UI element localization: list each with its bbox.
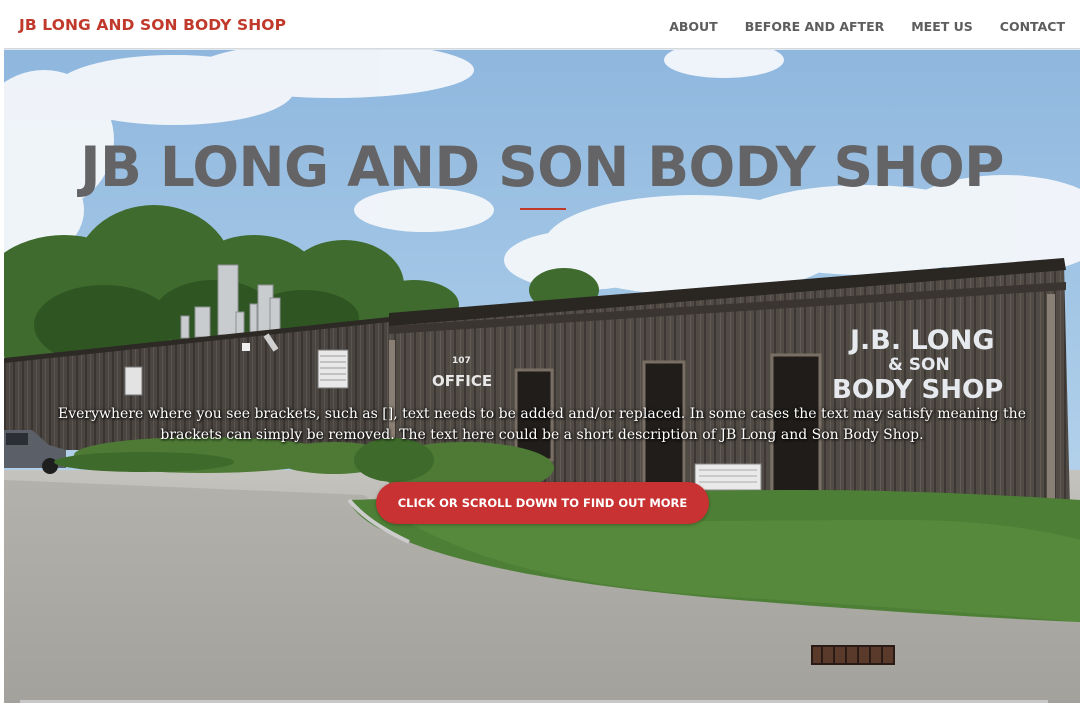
top-navbar: JB LONG AND SON BODY SHOP ABOUT BEFORE A… [4, 3, 1080, 49]
nav-link-before-and-after[interactable]: BEFORE AND AFTER [745, 19, 885, 34]
horizontal-scrollbar[interactable] [20, 700, 1048, 703]
hero-description: Everywhere where you see brackets, such … [58, 406, 1026, 443]
building-sign-line-1: J.B. LONG [848, 325, 995, 356]
hero-title: JB LONG AND SON BODY SHOP [80, 135, 1004, 199]
brand-link[interactable]: JB LONG AND SON BODY SHOP [19, 16, 286, 34]
building-sign-line-2: & SON [888, 355, 950, 375]
building-address-number: 107 [452, 356, 471, 366]
nav-link-meet-us[interactable]: MEET US [911, 19, 973, 34]
nav-link-contact[interactable]: CONTACT [1000, 19, 1065, 34]
building-sign-line-3: BODY SHOP [832, 375, 1003, 405]
find-out-more-button-label: CLICK OR SCROLL DOWN TO FIND OUT MORE [397, 496, 688, 510]
find-out-more-button[interactable]: CLICK OR SCROLL DOWN TO FIND OUT MORE [376, 482, 709, 524]
hero-title-divider [520, 208, 566, 210]
nav-menu: ABOUT BEFORE AND AFTER MEET US CONTACT [669, 3, 1065, 49]
browser-viewport: JB LONG AND SON BODY SHOP ABOUT BEFORE A… [4, 3, 1080, 703]
nav-link-about[interactable]: ABOUT [669, 19, 718, 34]
building-office-sign: OFFICE [432, 372, 492, 390]
hero-section: 107 OFFICE J.B. LONG & SON BODY SHOP JB … [4, 50, 1080, 703]
